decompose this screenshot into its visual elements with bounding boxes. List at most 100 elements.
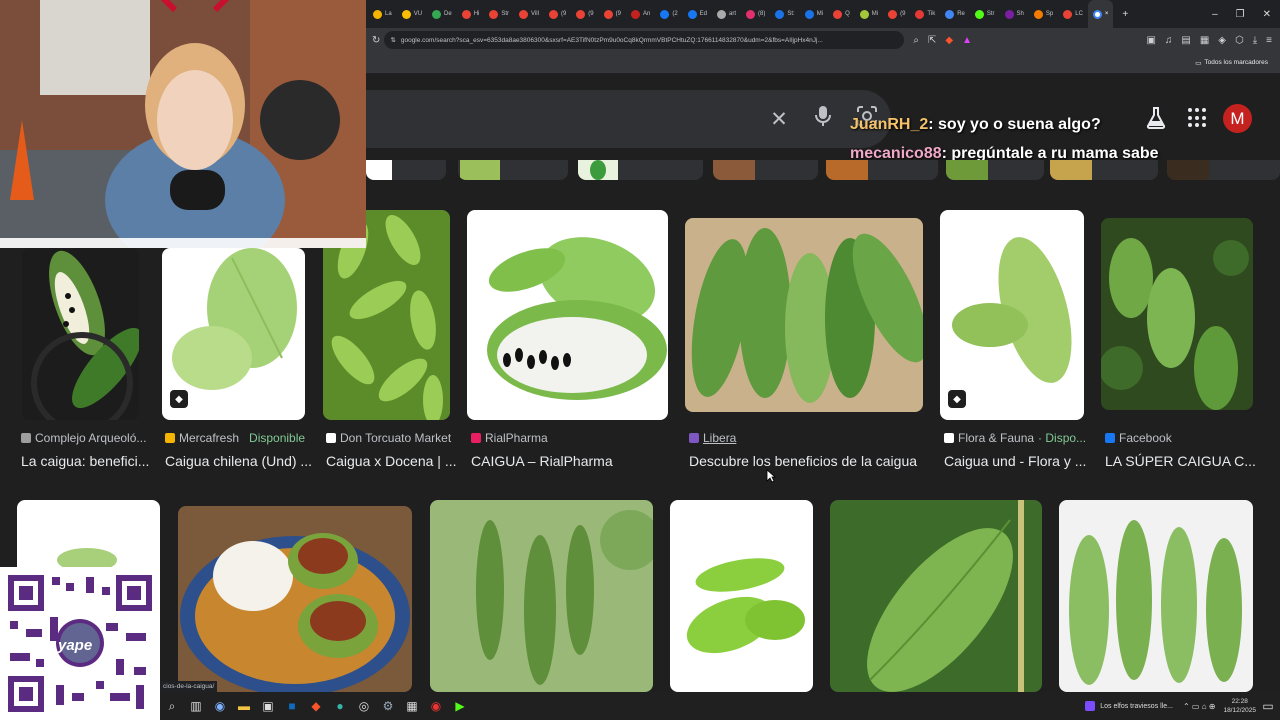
image-result-thumbnail[interactable] xyxy=(22,248,139,420)
zoom-icon[interactable]: ⌕ xyxy=(913,35,919,46)
browser-tab[interactable]: St: xyxy=(770,0,799,28)
notification-icon[interactable]: ▭ xyxy=(1256,699,1280,713)
close-window-button[interactable]: ✕ xyxy=(1254,9,1280,20)
result-source[interactable]: Don Torcuato Market xyxy=(326,431,451,445)
reader-icon[interactable]: ▤ xyxy=(1181,35,1190,46)
result-title[interactable]: Caigua und - Flora y ... xyxy=(944,453,1086,469)
wallet-icon[interactable]: ◈ xyxy=(1218,35,1226,46)
browser-tab[interactable]: (9 xyxy=(571,0,598,28)
tune-icon[interactable]: ⇅ xyxy=(390,36,395,44)
image-result-thumbnail[interactable] xyxy=(830,500,1042,692)
tray-icons[interactable]: ⌃ ▭ ⌂ ⊕ xyxy=(1183,702,1215,711)
result-title[interactable]: Caigua chilena (Und) ... xyxy=(165,453,312,469)
media-icon[interactable] xyxy=(1085,701,1096,711)
browser-tab[interactable]: Mi xyxy=(800,0,828,28)
minimize-button[interactable]: – xyxy=(1203,9,1227,20)
maximize-button[interactable]: ❐ xyxy=(1227,9,1254,20)
result-title[interactable]: La caigua: benefici... xyxy=(21,453,149,469)
browser-tab[interactable]: LC xyxy=(1058,0,1088,28)
image-result-thumbnail[interactable] xyxy=(1101,218,1253,410)
media-title[interactable]: Los elfos traviesos lle... xyxy=(1100,703,1173,710)
result-title[interactable]: CAIGUA – RialPharma xyxy=(471,453,613,469)
filter-chip[interactable] xyxy=(713,160,818,180)
browser-tab[interactable]: Hi xyxy=(457,0,485,28)
filter-chip[interactable] xyxy=(946,160,1044,180)
download-icon[interactable]: ⤓ xyxy=(1253,35,1257,46)
image-result-thumbnail[interactable] xyxy=(1059,500,1253,692)
image-result-thumbnail[interactable] xyxy=(670,500,813,692)
filter-chip[interactable] xyxy=(826,160,938,180)
app-icon[interactable]: ◉ xyxy=(424,699,448,713)
copilot-icon[interactable]: ◉ xyxy=(208,699,232,713)
result-source[interactable]: Mercafresh Disponible xyxy=(165,431,305,445)
browser-tab[interactable]: (9 xyxy=(599,0,626,28)
apps-grid-icon[interactable] xyxy=(1188,108,1208,128)
image-result-thumbnail[interactable]: ◆ xyxy=(162,248,305,420)
clear-icon[interactable]: ✕ xyxy=(767,107,791,132)
result-title[interactable]: Caigua x Docena | ... xyxy=(326,453,456,469)
browser-tab[interactable]: (8) xyxy=(741,0,770,28)
result-source[interactable]: RialPharma xyxy=(471,431,548,445)
browser-tab[interactable]: La xyxy=(368,0,397,28)
task-view-icon[interactable]: ▥ xyxy=(184,699,208,713)
browser-tab[interactable]: Ed xyxy=(683,0,712,28)
sidebar-icon[interactable]: ▣ xyxy=(1146,35,1155,46)
steam-icon[interactable]: ⚙ xyxy=(376,699,400,713)
calculator-icon[interactable]: ▦ xyxy=(400,699,424,713)
browser-tab[interactable]: Sp xyxy=(1029,0,1058,28)
clock[interactable]: 22:28 18/12/2025 xyxy=(1223,697,1256,715)
browser-tab[interactable]: (9 xyxy=(883,0,910,28)
browser-tab[interactable]: Sh xyxy=(1000,0,1029,28)
brave-icon[interactable]: ◆ xyxy=(304,699,328,713)
filter-chip[interactable] xyxy=(366,160,446,180)
result-source[interactable]: Flora & Fauna · Dispo... xyxy=(944,431,1086,445)
vpn-icon[interactable]: ⬡ xyxy=(1235,35,1244,46)
labs-flask-icon[interactable] xyxy=(1144,106,1168,136)
browser-tab[interactable]: Q xyxy=(828,0,855,28)
filter-chip[interactable] xyxy=(1050,160,1158,180)
browser-tab[interactable]: Mi xyxy=(855,0,883,28)
browser-tab[interactable]: Re xyxy=(940,0,970,28)
url-field[interactable]: ⇅ google.com/search?sca_esv=6353da8ae380… xyxy=(384,31,905,49)
tab-close-icon[interactable]: × xyxy=(1105,11,1109,17)
all-bookmarks-button[interactable]: Todos los marcadores xyxy=(1204,59,1268,66)
filter-chip[interactable] xyxy=(458,160,568,180)
brave-shield-icon[interactable]: ◆ xyxy=(945,35,953,46)
store-icon[interactable]: ▣ xyxy=(256,699,280,713)
browser-tab[interactable]: VU xyxy=(397,0,427,28)
image-result-thumbnail[interactable]: ◆ xyxy=(940,210,1084,420)
reload-icon[interactable]: ↻ xyxy=(372,35,380,46)
active-browser-tab[interactable]: × xyxy=(1087,0,1114,28)
rewards-icon[interactable]: ▲ xyxy=(962,35,972,46)
result-title[interactable]: Descubre los beneficios de la caigua xyxy=(689,453,917,469)
result-source[interactable]: Facebook xyxy=(1105,431,1172,445)
edge-icon[interactable]: ● xyxy=(328,699,352,713)
browser-tab[interactable]: Str xyxy=(970,0,1000,28)
obs-icon[interactable]: ◎ xyxy=(352,699,376,713)
image-result-thumbnail[interactable] xyxy=(685,218,923,412)
share-icon[interactable]: ⇱ xyxy=(928,35,936,46)
browser-tab[interactable]: An xyxy=(626,0,655,28)
file-explorer-icon[interactable]: ▬ xyxy=(232,699,256,713)
search-box[interactable]: ✕ xyxy=(366,90,891,148)
browser-tab[interactable]: De xyxy=(427,0,457,28)
mic-icon[interactable] xyxy=(811,105,835,133)
image-result-thumbnail[interactable] xyxy=(467,210,668,420)
media-icon[interactable]: ♫ xyxy=(1165,35,1173,46)
image-result-thumbnail[interactable] xyxy=(430,500,653,692)
browser-tab[interactable]: Str xyxy=(484,0,514,28)
result-source[interactable]: Complejo Arqueoló... xyxy=(21,431,146,445)
kick-icon[interactable]: ▶ xyxy=(448,699,472,713)
browser-tab[interactable]: Vill xyxy=(514,0,544,28)
result-source[interactable]: Libera xyxy=(689,431,736,445)
new-tab-button[interactable]: + xyxy=(1113,9,1137,20)
browser-tab[interactable]: (9 xyxy=(544,0,571,28)
menu-icon[interactable]: ≡ xyxy=(1266,35,1272,46)
account-avatar[interactable]: M xyxy=(1223,104,1252,133)
image-result-thumbnail[interactable] xyxy=(178,506,412,692)
browser-tab[interactable]: art xyxy=(712,0,741,28)
result-title[interactable]: LA SÚPER CAIGUA C... xyxy=(1105,453,1256,469)
browser-tab[interactable]: Tik xyxy=(910,0,940,28)
outlook-icon[interactable]: ■ xyxy=(280,699,304,713)
filter-chip[interactable] xyxy=(578,160,703,180)
